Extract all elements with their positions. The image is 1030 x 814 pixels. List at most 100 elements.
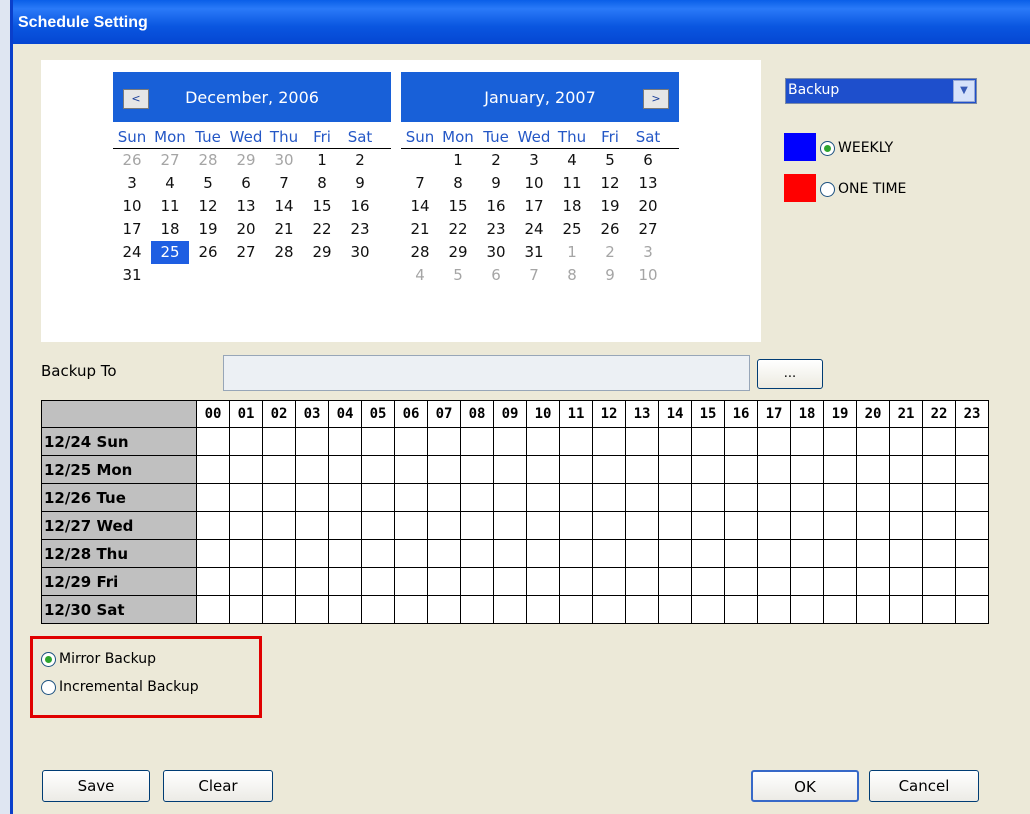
schedule-cell[interactable] — [889, 595, 923, 624]
calendar-day[interactable]: 14 — [265, 195, 303, 218]
incremental-backup-radio[interactable]: Incremental Backup — [41, 679, 199, 695]
calendar-day[interactable]: 21 — [401, 218, 439, 241]
schedule-cell[interactable] — [790, 595, 824, 624]
calendar-day[interactable]: 28 — [189, 149, 227, 172]
schedule-cell[interactable] — [724, 511, 758, 540]
weekly-radio[interactable]: WEEKLY — [820, 140, 893, 156]
schedule-cell[interactable] — [658, 455, 692, 484]
schedule-cell[interactable] — [328, 483, 362, 512]
schedule-cell[interactable] — [229, 595, 263, 624]
calendar-day[interactable]: 13 — [227, 195, 265, 218]
schedule-cell[interactable] — [493, 567, 527, 596]
title-bar[interactable]: Schedule Setting — [13, 0, 1030, 44]
calendar-day[interactable]: 13 — [629, 172, 667, 195]
schedule-cell[interactable] — [493, 595, 527, 624]
calendar-day[interactable]: 12 — [591, 172, 629, 195]
schedule-cell[interactable] — [262, 595, 296, 624]
schedule-cell[interactable] — [757, 595, 791, 624]
save-button[interactable]: Save — [42, 770, 150, 802]
schedule-cell[interactable] — [625, 539, 659, 568]
schedule-cell[interactable] — [493, 483, 527, 512]
schedule-cell[interactable] — [394, 511, 428, 540]
mirror-backup-radio[interactable]: Mirror Backup — [41, 651, 156, 667]
radio-icon[interactable] — [41, 679, 56, 695]
schedule-cell[interactable] — [823, 455, 857, 484]
schedule-cell[interactable] — [361, 567, 395, 596]
calendar-day[interactable]: 4 — [151, 172, 189, 195]
mode-select[interactable]: Backup ▼ — [785, 78, 977, 104]
schedule-cell[interactable] — [394, 595, 428, 624]
calendar-day[interactable]: 24 — [113, 241, 151, 264]
schedule-cell[interactable] — [394, 483, 428, 512]
schedule-cell[interactable] — [526, 595, 560, 624]
schedule-cell[interactable] — [427, 483, 461, 512]
calendar-day[interactable]: 2 — [341, 149, 379, 172]
schedule-cell[interactable] — [196, 511, 230, 540]
schedule-cell[interactable] — [229, 483, 263, 512]
schedule-cell[interactable] — [658, 427, 692, 456]
calendar-day[interactable]: 20 — [227, 218, 265, 241]
schedule-cell[interactable] — [889, 567, 923, 596]
schedule-cell[interactable] — [229, 455, 263, 484]
schedule-cell[interactable] — [460, 511, 494, 540]
schedule-cell[interactable] — [460, 483, 494, 512]
calendar-day[interactable]: 8 — [303, 172, 341, 195]
schedule-cell[interactable] — [856, 539, 890, 568]
schedule-cell[interactable] — [691, 539, 725, 568]
calendar-day[interactable]: 6 — [227, 172, 265, 195]
schedule-cell[interactable] — [823, 427, 857, 456]
schedule-cell[interactable] — [823, 539, 857, 568]
schedule-cell[interactable] — [526, 427, 560, 456]
calendar-day[interactable]: 23 — [341, 218, 379, 241]
calendar-day[interactable]: 28 — [401, 241, 439, 264]
schedule-cell[interactable] — [394, 455, 428, 484]
calendar-day[interactable]: 8 — [439, 172, 477, 195]
calendar-day[interactable]: 18 — [151, 218, 189, 241]
schedule-cell[interactable] — [592, 539, 626, 568]
schedule-cell[interactable] — [262, 427, 296, 456]
schedule-cell[interactable] — [559, 427, 593, 456]
schedule-cell[interactable] — [460, 455, 494, 484]
schedule-cell[interactable] — [427, 455, 461, 484]
calendar-day[interactable]: 3 — [113, 172, 151, 195]
schedule-cell[interactable] — [295, 539, 329, 568]
schedule-cell[interactable] — [196, 539, 230, 568]
schedule-cell[interactable] — [229, 539, 263, 568]
schedule-cell[interactable] — [196, 455, 230, 484]
schedule-cell[interactable] — [295, 511, 329, 540]
calendar-day[interactable]: 19 — [591, 195, 629, 218]
schedule-cell[interactable] — [922, 567, 956, 596]
schedule-cell[interactable] — [856, 455, 890, 484]
calendar-day[interactable]: 11 — [151, 195, 189, 218]
schedule-cell[interactable] — [691, 595, 725, 624]
schedule-cell[interactable] — [592, 427, 626, 456]
schedule-cell[interactable] — [724, 567, 758, 596]
schedule-cell[interactable] — [724, 483, 758, 512]
calendar-day[interactable]: 30 — [265, 149, 303, 172]
schedule-cell[interactable] — [262, 511, 296, 540]
calendar-day[interactable]: 22 — [303, 218, 341, 241]
calendar-day[interactable]: 15 — [303, 195, 341, 218]
schedule-cell[interactable] — [757, 455, 791, 484]
schedule-cell[interactable] — [889, 511, 923, 540]
calendar-day[interactable]: 9 — [591, 264, 629, 287]
schedule-cell[interactable] — [559, 539, 593, 568]
schedule-cell[interactable] — [658, 483, 692, 512]
schedule-cell[interactable] — [295, 567, 329, 596]
calendar-day[interactable]: 29 — [227, 149, 265, 172]
browse-button[interactable]: ... — [757, 359, 823, 389]
schedule-cell[interactable] — [955, 595, 989, 624]
schedule-cell[interactable] — [295, 483, 329, 512]
calendar-day[interactable]: 25 — [553, 218, 591, 241]
schedule-cell[interactable] — [328, 427, 362, 456]
schedule-cell[interactable] — [460, 567, 494, 596]
schedule-cell[interactable] — [427, 511, 461, 540]
schedule-cell[interactable] — [691, 427, 725, 456]
schedule-cell[interactable] — [526, 483, 560, 512]
calendar-day[interactable]: 29 — [303, 241, 341, 264]
schedule-cell[interactable] — [361, 483, 395, 512]
chevron-down-icon[interactable]: ▼ — [953, 80, 975, 102]
schedule-cell[interactable] — [493, 455, 527, 484]
schedule-cell[interactable] — [592, 567, 626, 596]
schedule-cell[interactable] — [427, 427, 461, 456]
